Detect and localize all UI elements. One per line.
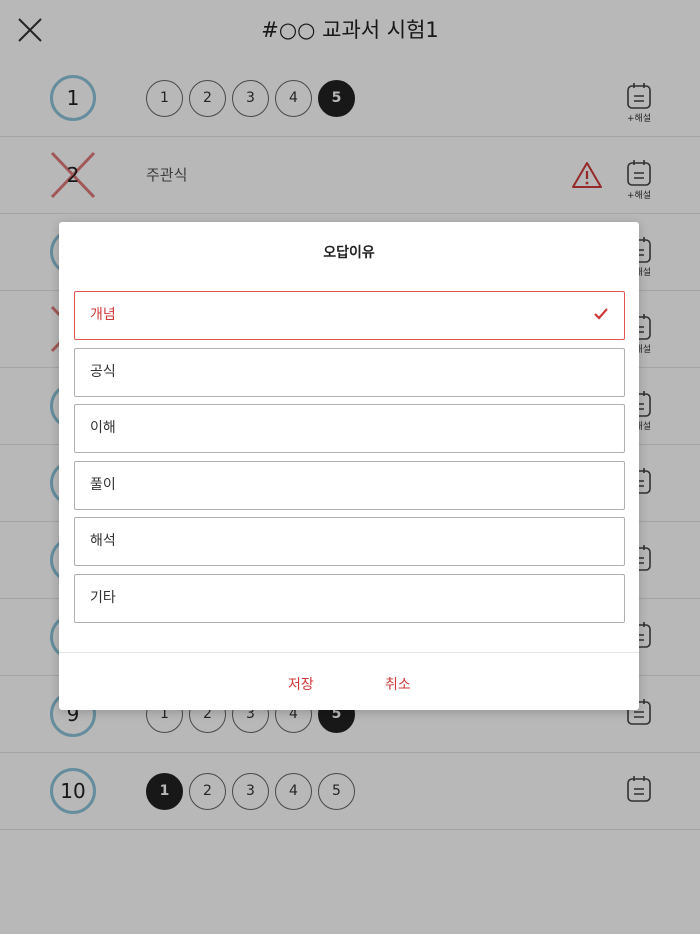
reason-option[interactable]: 해석 [74,517,625,566]
reason-option-label: 기타 [90,589,116,606]
reason-option[interactable]: 기타 [74,573,625,623]
reason-option[interactable]: 개념 [74,291,625,340]
modal-divider [59,652,639,653]
reason-option-label: 개념 [90,307,116,323]
reason-option[interactable]: 이해 [74,404,625,453]
reason-option-label: 이해 [90,420,116,436]
reason-option-label: 해석 [90,533,116,549]
reason-option[interactable]: 풀이 [74,460,625,510]
reason-option-label: 공식 [90,363,116,380]
cancel-button[interactable]: 취소 [385,674,411,694]
reason-option[interactable]: 공식 [74,347,625,397]
modal-title: 오답이유 [323,245,375,261]
save-button[interactable]: 저장 [288,674,314,694]
wrong-reason-modal: 오답이유 개념공식이해풀이해석기타 저장 취소 [59,222,639,710]
check-icon [594,308,608,320]
reason-option-label: 풀이 [90,476,116,493]
